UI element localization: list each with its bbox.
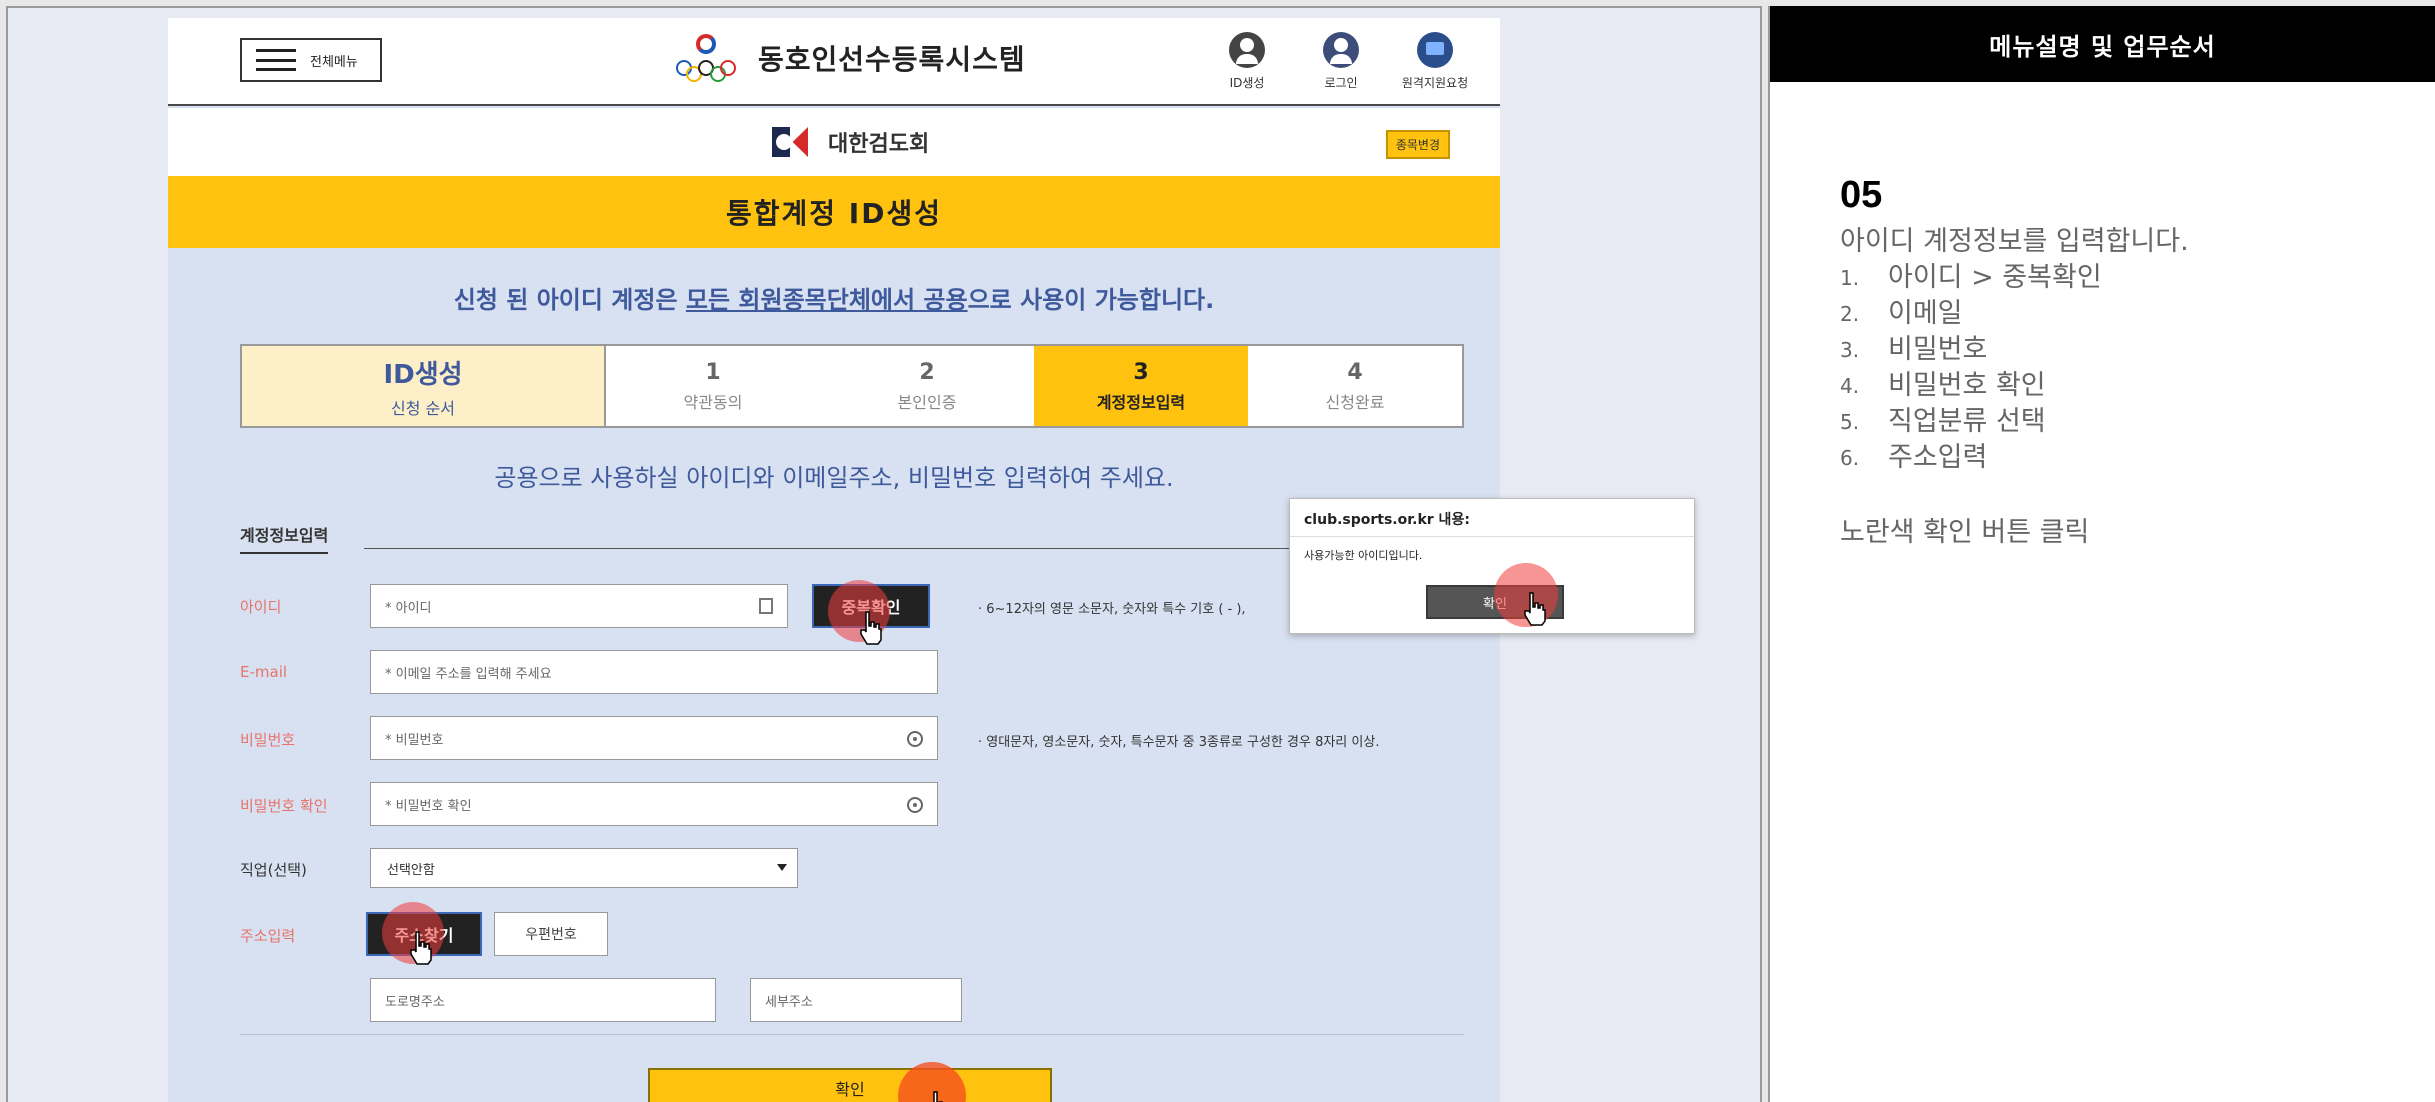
step-indicator-title-cell: ID생성 신청 순서	[242, 346, 606, 426]
user-plus-icon	[1229, 32, 1265, 68]
organization-group: 대한검도회	[772, 126, 929, 158]
form-instruction: 공용으로 사용하실 아이디와 이메일주소, 비밀번호 입력하여 주세요.	[494, 464, 1174, 492]
step-terms: 1 약관동의	[606, 346, 820, 426]
step-complete: 4 신청완료	[1248, 346, 1462, 426]
email-field[interactable]: * 이메일 주소를 입력해 주세요	[370, 650, 938, 694]
guide-panel-body: 05 아이디 계정정보를 입력합니다. 1. 아이디 > 중복확인 2. 이메일 3…	[1770, 82, 2435, 549]
remote-support-icon	[1417, 32, 1453, 68]
guide-note: 노란색 확인 버튼 클릭	[1840, 517, 2090, 548]
login-link[interactable]: 로그인	[1306, 32, 1376, 91]
top-icon-group: ID생성 로그인 원격지원요청	[1212, 32, 1470, 91]
password-field[interactable]: * 비밀번호	[370, 716, 938, 760]
step-label: 약관동의	[683, 392, 743, 412]
step-number: 4	[1347, 359, 1363, 385]
hand-cursor-icon	[933, 1091, 943, 1102]
section-title: 계정정보입력	[240, 522, 329, 554]
keyboard-icon	[759, 598, 773, 614]
screenshot-frame: 전체메뉴 동호인선수등록시스템 ID생성 로그인 원격지원요청 대한검도회 종목…	[6, 6, 1762, 1102]
notice-text-underlined: 모든 회원종목단체에서 공용	[685, 286, 968, 314]
password-rule-hint: · 영대문자, 영소문자, 숫자, 특수문자 중 3종류로 구성한 경우 8자리…	[978, 735, 1380, 750]
step-number: 2	[919, 359, 935, 385]
detail-address-field[interactable]: 세부주소	[750, 978, 962, 1022]
change-sport-button[interactable]: 종목변경	[1385, 130, 1450, 159]
show-password-icon[interactable]	[907, 731, 923, 747]
id-rule-hint: · 6~12자의 영문 소문자, 숫자와 특수 기호 ( - ),	[978, 602, 1246, 617]
shared-account-notice: 신청 된 아이디 계정은 모든 회원종목단체에서 공용으로 사용이 가능합니다.	[168, 280, 1500, 315]
list-item: 4. 비밀번호 확인	[1840, 370, 2046, 401]
password-confirm-field[interactable]: * 비밀번호 확인	[370, 782, 938, 826]
notice-text-after: 으로 사용이 가능합니다.	[967, 286, 1215, 314]
id-placeholder: * 아이디	[385, 600, 432, 616]
all-menu-label: 전체메뉴	[310, 54, 358, 70]
chevron-down-icon	[777, 864, 787, 871]
road-address-field[interactable]: 도로명주소	[370, 978, 716, 1022]
address-label: 주소입력	[240, 927, 296, 945]
notice-text-before: 신청 된 아이디 계정은	[453, 286, 686, 314]
step-label: 신청완료	[1325, 392, 1385, 412]
password-placeholder: * 비밀번호	[385, 732, 444, 748]
hand-cursor-icon	[1524, 592, 1546, 626]
guide-panel-header: 메뉴설명 및 업무순서	[1770, 6, 2435, 82]
detail-address-placeholder: 세부주소	[765, 994, 813, 1010]
road-address-placeholder: 도로명주소	[385, 994, 445, 1010]
top-navigation-bar: 전체메뉴 동호인선수등록시스템 ID생성 로그인 원격지원요청	[168, 18, 1500, 106]
organization-name: 대한검도회	[828, 132, 930, 157]
all-menu-button[interactable]: 전체메뉴	[240, 38, 382, 82]
site-title: 동호인선수등록시스템	[758, 43, 1026, 76]
kendo-association-logo-icon	[772, 127, 808, 157]
id-create-label: ID생성	[1229, 76, 1265, 90]
id-label: 아이디	[240, 598, 282, 616]
step-identity-verification: 2 본인인증	[820, 346, 1034, 426]
dialog-title: club.sports.or.kr 내용:	[1290, 499, 1694, 537]
step-label: 본인인증	[897, 392, 957, 412]
hand-cursor-icon	[860, 611, 882, 645]
guide-description: 아이디 계정정보를 입력합니다.	[1840, 226, 2189, 257]
form-bottom-divider	[240, 1034, 1464, 1035]
id-input[interactable]: * 아이디	[370, 584, 788, 628]
olympic-logo-icon	[676, 34, 736, 82]
confirm-button[interactable]: 확인	[648, 1068, 1052, 1102]
list-item: 5. 직업분류 선택	[1840, 406, 2046, 437]
guide-panel: 메뉴설명 및 업무순서 05 아이디 계정정보를 입력합니다. 1. 아이디 > …	[1768, 6, 2435, 1102]
job-label: 직업(선택)	[240, 861, 307, 879]
email-label: E-mail	[240, 663, 288, 681]
step-indicator-subtitle: 신청 순서	[391, 398, 455, 418]
guide-step-number: 05	[1840, 174, 1883, 216]
show-password-confirm-icon[interactable]	[907, 797, 923, 813]
password-confirm-label: 비밀번호 확인	[240, 797, 328, 815]
remote-support-link[interactable]: 원격지원요청	[1400, 32, 1470, 91]
list-item: 1. 아이디 > 중복확인	[1840, 262, 2102, 293]
step-indicator-title: ID생성	[383, 359, 463, 390]
step-label: 계정정보입력	[1096, 392, 1186, 412]
hand-cursor-icon	[410, 931, 432, 965]
list-item: 3. 비밀번호	[1840, 334, 1988, 365]
remote-support-label: 원격지원요청	[1401, 76, 1469, 90]
page-title-banner: 통합계정 ID생성	[168, 176, 1500, 248]
user-icon	[1323, 32, 1359, 68]
id-create-link[interactable]: ID생성	[1212, 32, 1282, 91]
page-title: 통합계정 ID생성	[726, 197, 942, 230]
hamburger-icon	[256, 49, 296, 71]
job-select[interactable]: 선택안함	[370, 848, 798, 888]
list-item: 6. 주소입력	[1840, 442, 1988, 473]
password-confirm-placeholder: * 비밀번호 확인	[385, 798, 472, 814]
step-number: 1	[705, 359, 721, 385]
step-number: 3	[1133, 359, 1149, 385]
site-title-group[interactable]: 동호인선수등록시스템	[676, 34, 1026, 82]
job-selected-value: 선택안함	[387, 862, 435, 878]
availability-alert-dialog: club.sports.or.kr 내용: 사용가능한 아이디입니다. 확인	[1289, 498, 1695, 634]
dialog-message: 사용가능한 아이디입니다.	[1304, 549, 1423, 562]
organization-bar: 대한검도회 종목변경	[168, 108, 1500, 176]
login-label: 로그인	[1324, 76, 1358, 90]
email-placeholder: * 이메일 주소를 입력해 주세요	[385, 666, 552, 682]
zip-code-field[interactable]: 우편번호	[494, 912, 608, 956]
password-label: 비밀번호	[240, 731, 296, 749]
list-item: 2. 이메일	[1840, 298, 1963, 329]
step-account-info: 3 계정정보입력	[1034, 346, 1248, 426]
guide-step-list: 1. 아이디 > 중복확인 2. 이메일 3. 비밀번호 4. 비밀번호 확인 5. 직업…	[1840, 260, 2435, 476]
signup-step-indicator: ID생성 신청 순서 1 약관동의 2 본인인증 3 계정정보입력 4 신청완료	[240, 344, 1464, 428]
